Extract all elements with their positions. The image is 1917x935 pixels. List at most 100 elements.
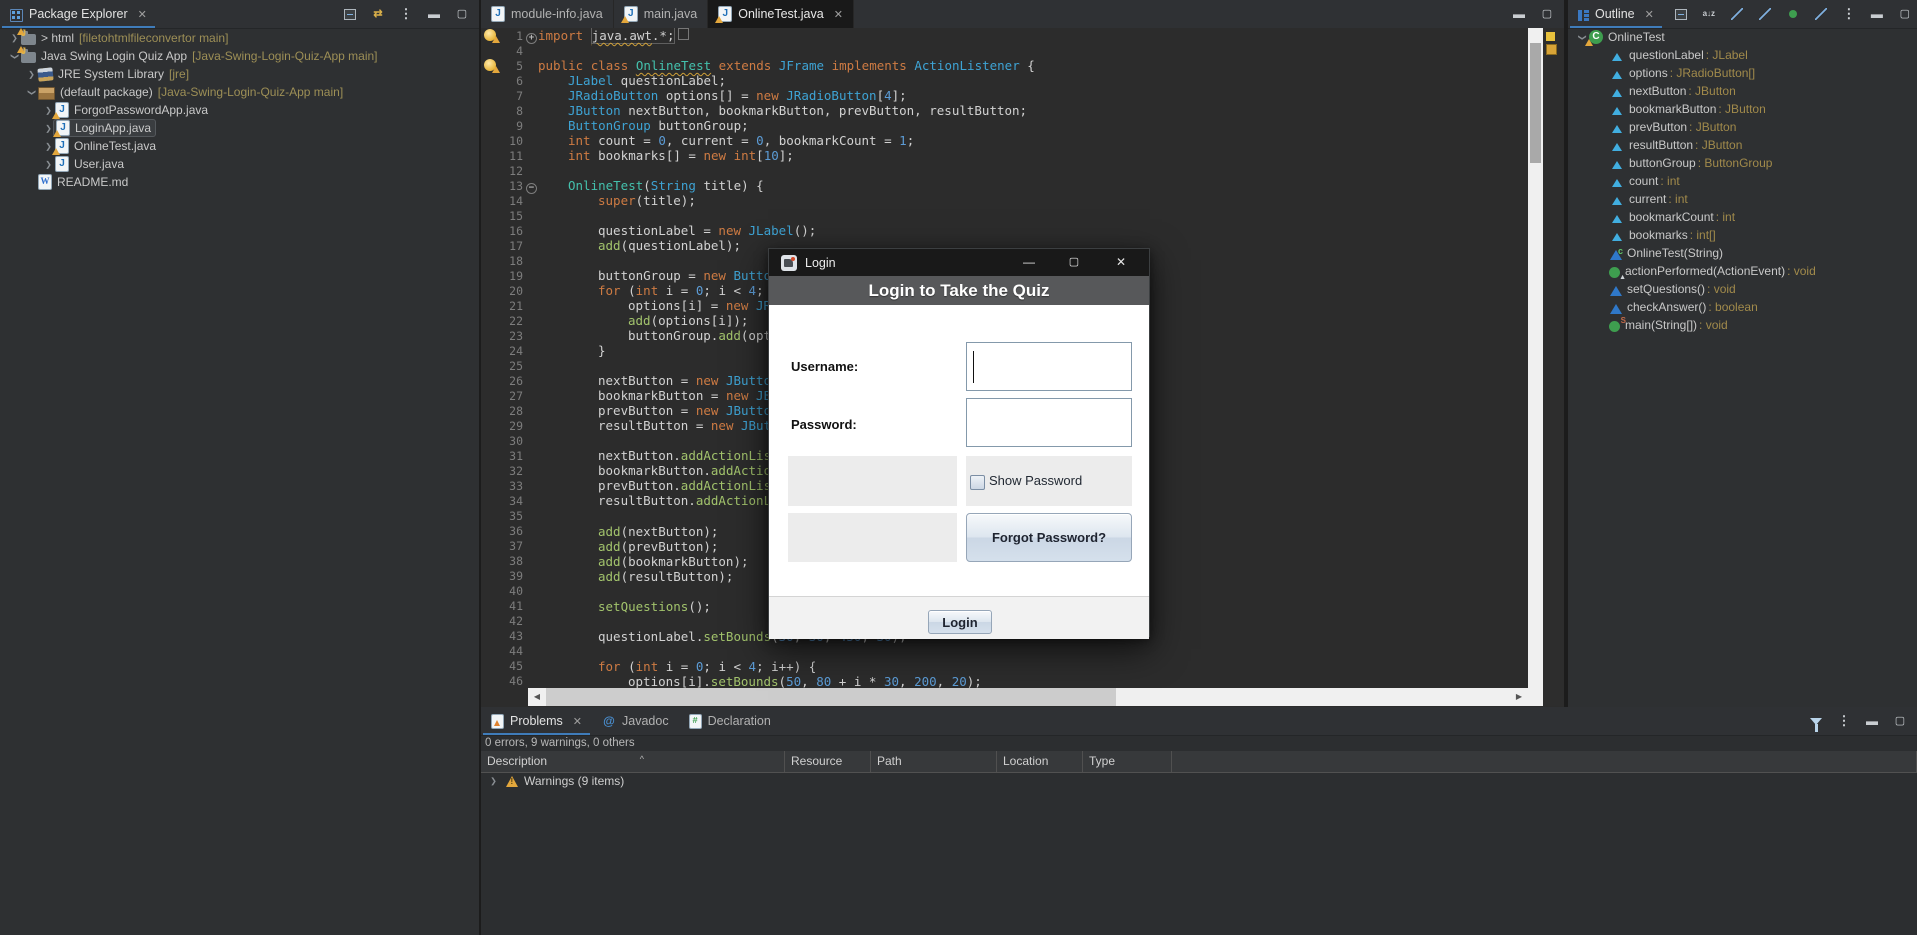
- scrollbar-thumb[interactable]: [1530, 43, 1541, 163]
- column-header-description[interactable]: Description^: [481, 751, 785, 772]
- explorer-item-loginapp-java[interactable]: ❯JLoginApp.java: [0, 119, 479, 137]
- link-with-editor-icon[interactable]: ⇄: [369, 6, 387, 22]
- outline-item-onlinetest[interactable]: ❯COnlineTest: [1568, 28, 1917, 46]
- code-line[interactable]: 8JButton nextButton, bookmarkButton, pre…: [481, 103, 1528, 118]
- close-icon[interactable]: ✕: [834, 8, 843, 21]
- hide-static-members-icon[interactable]: [1756, 6, 1774, 22]
- code-line[interactable]: 45for (int i = 0; i < 4; i++) {: [481, 659, 1528, 674]
- minimize-icon[interactable]: ▬: [425, 6, 443, 22]
- outline-item-count[interactable]: ❯count : int: [1568, 172, 1917, 190]
- code-line[interactable]: 7JRadioButton options[] = new JRadioButt…: [481, 88, 1528, 103]
- outline-item-onlinetest-string-[interactable]: ❯OnlineTest(String): [1568, 244, 1917, 262]
- view-menu-icon[interactable]: ⋮: [1840, 6, 1858, 22]
- tab-outline[interactable]: Outline ✕: [1568, 0, 1664, 28]
- collapse-all-icon[interactable]: [341, 6, 359, 22]
- code-line[interactable]: 44: [481, 644, 1528, 659]
- code-line[interactable]: 15: [481, 208, 1528, 223]
- editor-tab-main[interactable]: J main.java: [614, 0, 709, 28]
- outline-item-bookmarkcount[interactable]: ❯bookmarkCount : int: [1568, 208, 1917, 226]
- horizontal-scrollbar[interactable]: ◀ ▶: [528, 688, 1528, 706]
- column-header-path[interactable]: Path: [871, 751, 997, 772]
- explorer-item--html[interactable]: ❯> html[filetohtmlfileconvertor main]: [0, 29, 479, 47]
- password-field[interactable]: [966, 398, 1132, 447]
- outline-item-main-string-[interactable]: ❯main(String[]) : void: [1568, 316, 1917, 334]
- explorer-item-user-java[interactable]: ❯JUser.java: [0, 155, 479, 173]
- vertical-scrollbar[interactable]: [1528, 28, 1543, 688]
- explorer-item-java-swing-login-quiz-app[interactable]: ❯Java Swing Login Quiz App[Java-Swing-Lo…: [0, 47, 479, 65]
- fold-collapsed-icon[interactable]: +: [526, 33, 537, 44]
- maximize-icon[interactable]: ▢: [1891, 713, 1909, 729]
- forgot-password-button[interactable]: Forgot Password?: [966, 513, 1132, 562]
- outline-item-nextbutton[interactable]: ❯nextButton : JButton: [1568, 82, 1917, 100]
- code-line[interactable]: 12: [481, 163, 1528, 178]
- tab-javadoc[interactable]: @ Javadoc: [592, 707, 679, 735]
- view-menu-icon[interactable]: ⋮: [1835, 713, 1853, 729]
- outline-item-bookmarks[interactable]: ❯bookmarks : int[]: [1568, 226, 1917, 244]
- editor-tab-onlinetest[interactable]: J OnlineTest.java ✕: [708, 0, 854, 28]
- outline-item-actionperformed-actionevent-[interactable]: ❯actionPerformed(ActionEvent) : void: [1568, 262, 1917, 280]
- explorer-item-onlinetest-java[interactable]: ❯JOnlineTest.java: [0, 137, 479, 155]
- minimize-icon[interactable]: ▬: [1510, 6, 1528, 22]
- explorer-item-readme-md[interactable]: ❯WREADME.md: [0, 173, 479, 191]
- outline-item-current[interactable]: ❯current : int: [1568, 190, 1917, 208]
- filter-icon[interactable]: [1807, 713, 1825, 729]
- dialog-titlebar[interactable]: Login — ▢ ✕: [769, 249, 1149, 276]
- problems-warnings-row[interactable]: ❯ Warnings (9 items): [481, 772, 624, 790]
- explorer-item-jre-system-library[interactable]: ❯JRE System Library[jre]: [0, 65, 479, 83]
- close-icon[interactable]: ✕: [1645, 8, 1654, 21]
- tab-declaration[interactable]: # Declaration: [679, 707, 781, 735]
- outline-item-options[interactable]: ❯options : JRadioButton[]: [1568, 64, 1917, 82]
- tab-package-explorer[interactable]: Package Explorer ✕: [0, 0, 157, 28]
- maximize-icon[interactable]: ▢: [1538, 6, 1556, 22]
- outline-item-resultbutton[interactable]: ❯resultButton : JButton: [1568, 136, 1917, 154]
- explorer-item-forgotpasswordapp-java[interactable]: ❯JForgotPasswordApp.java: [0, 101, 479, 119]
- outline-item-buttongroup[interactable]: ❯buttonGroup : ButtonGroup: [1568, 154, 1917, 172]
- outline-item-bookmarkbutton[interactable]: ❯bookmarkButton : JButton: [1568, 100, 1917, 118]
- warning-marker[interactable]: [1546, 44, 1557, 55]
- show-password-checkbox[interactable]: [970, 475, 985, 490]
- outline-item-setquestions-[interactable]: ❯setQuestions() : void: [1568, 280, 1917, 298]
- code-line[interactable]: 6JLabel questionLabel;: [481, 73, 1528, 88]
- close-icon[interactable]: ✕: [138, 8, 147, 21]
- minimize-icon[interactable]: ▬: [1868, 6, 1886, 22]
- code-line[interactable]: 16questionLabel = new JLabel();: [481, 223, 1528, 238]
- fold-expanded-icon[interactable]: −: [526, 183, 537, 194]
- outline-item-checkanswer-[interactable]: ❯checkAnswer() : boolean: [1568, 298, 1917, 316]
- sort-icon[interactable]: a↓z: [1700, 6, 1718, 22]
- hide-local-types-icon[interactable]: [1812, 6, 1830, 22]
- editor-tab-module-info[interactable]: J module-info.java: [481, 0, 614, 28]
- login-button[interactable]: Login: [928, 610, 992, 634]
- close-icon[interactable]: ✕: [573, 715, 582, 728]
- maximize-icon[interactable]: ▢: [453, 6, 471, 22]
- code-line[interactable]: 9ButtonGroup buttonGroup;: [481, 118, 1528, 133]
- chevron-icon[interactable]: ❯: [43, 159, 55, 169]
- username-field[interactable]: [966, 342, 1132, 391]
- code-line[interactable]: 11int bookmarks[] = new int[10];: [481, 148, 1528, 163]
- scrollbar-thumb[interactable]: [546, 688, 1116, 706]
- column-header-resource[interactable]: Resource: [785, 751, 871, 772]
- dialog-minimize-button[interactable]: —: [1007, 249, 1051, 276]
- code-line[interactable]: 10int count = 0, current = 0, bookmarkCo…: [481, 133, 1528, 148]
- chevron-icon[interactable]: ❯: [9, 33, 21, 43]
- column-header-location[interactable]: Location: [997, 751, 1083, 772]
- scroll-right-arrow[interactable]: ▶: [1510, 688, 1528, 706]
- explorer-item--default-package-[interactable]: ❯(default package)[Java-Swing-Login-Quiz…: [0, 83, 479, 101]
- scroll-left-arrow[interactable]: ◀: [528, 688, 546, 706]
- code-line[interactable]: 1+import java.awt.*;: [481, 28, 1528, 43]
- column-header-type[interactable]: Type: [1083, 751, 1172, 772]
- dialog-maximize-button[interactable]: ▢: [1052, 249, 1096, 276]
- code-line[interactable]: 5public class OnlineTest extends JFrame …: [481, 58, 1528, 73]
- minimize-icon[interactable]: ▬: [1863, 713, 1881, 729]
- outline-item-prevbutton[interactable]: ❯prevButton : JButton: [1568, 118, 1917, 136]
- tab-problems[interactable]: Problems ✕: [481, 707, 592, 735]
- code-line[interactable]: 13−OnlineTest(String title) {: [481, 178, 1528, 193]
- chevron-right-icon[interactable]: ❯: [488, 776, 500, 786]
- hide-fields-icon[interactable]: [1728, 6, 1746, 22]
- code-line[interactable]: 4: [481, 43, 1528, 58]
- view-menu-icon[interactable]: ⋮: [397, 6, 415, 22]
- dialog-close-button[interactable]: ✕: [1099, 249, 1143, 276]
- warning-marker[interactable]: [1546, 32, 1555, 41]
- maximize-icon[interactable]: ▢: [1896, 6, 1914, 22]
- outline-item-questionlabel[interactable]: ❯questionLabel : JLabel: [1568, 46, 1917, 64]
- hide-non-public-icon[interactable]: [1784, 6, 1802, 22]
